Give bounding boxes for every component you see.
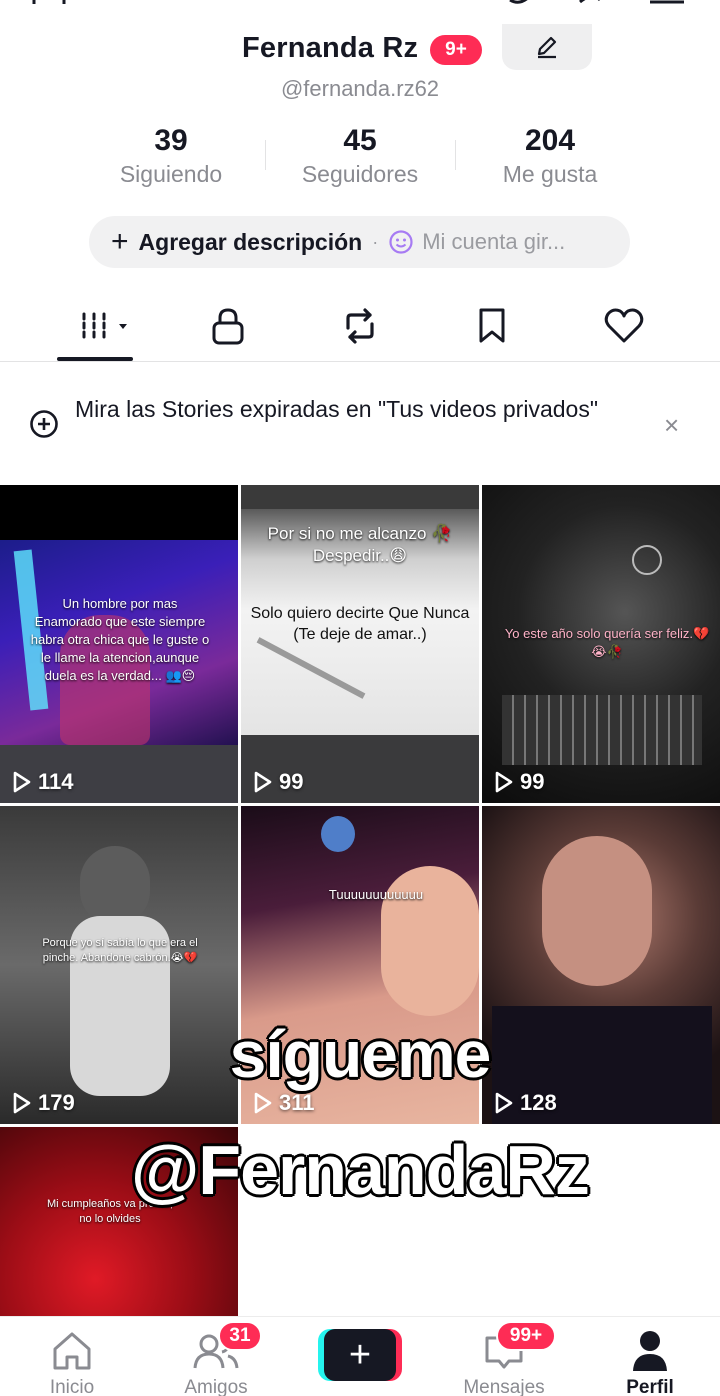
story-add-icon: [30, 410, 58, 438]
overlay-text-handle: @FernandaRz: [131, 1131, 590, 1209]
stat-value: 39: [154, 124, 188, 157]
tab-videos[interactable]: [68, 304, 136, 348]
nav-label: Amigos: [184, 1377, 248, 1396]
messages-badge: 99+: [496, 1321, 556, 1351]
home-icon: [48, 1329, 96, 1373]
view-count: 99: [494, 769, 544, 795]
profile-icon: [626, 1329, 674, 1373]
play-icon: [254, 771, 272, 793]
stitch-sticker: [321, 816, 355, 852]
video-thumbnail[interactable]: Yo este año solo quería ser feliz.💔😭🥀 99: [482, 485, 720, 803]
profile-name: Fernanda Rz: [242, 32, 419, 64]
nav-inbox[interactable]: 99+ Mensajes: [444, 1317, 564, 1396]
edit-profile-button[interactable]: [502, 24, 592, 70]
play-icon: [495, 771, 513, 793]
stat-label: Me gusta: [502, 161, 598, 187]
bio-preview: Mi cuenta gir...: [422, 229, 566, 254]
profile-name-row: Fernanda Rz 9+: [0, 24, 720, 74]
add-description-label: Agregar descripción: [138, 228, 363, 255]
bookmark-icon: [479, 308, 505, 343]
video-caption: Porque yo sí sabía lo que era el pinche.…: [42, 937, 198, 964]
nav-profile[interactable]: Perfil: [590, 1317, 710, 1396]
video-caption-bottom: Solo quiero decirte Que Nunca (Te deje d…: [250, 605, 470, 643]
view-count-value: 99: [520, 769, 545, 794]
view-count-value: 99: [279, 769, 304, 794]
video-caption: Yo este año solo quería ser feliz.💔😭🥀: [504, 626, 710, 659]
separator-dot: ·: [372, 231, 379, 252]
banner-text: Mira las Stories expiradas en "Tus video…: [75, 396, 598, 422]
stat-likes[interactable]: 204 Me gusta: [455, 124, 645, 188]
view-count-value: 114: [38, 769, 74, 794]
tab-private[interactable]: [198, 304, 258, 348]
nav-home[interactable]: Inicio: [12, 1317, 132, 1396]
menu-icon[interactable]: [648, 0, 688, 6]
overlay-text-follow: sígueme: [229, 1017, 492, 1091]
stat-followers[interactable]: 45 Seguidores: [265, 124, 455, 188]
lock-icon: [212, 308, 244, 345]
view-count-value: 179: [38, 1090, 75, 1115]
view-count-value: 311: [279, 1090, 315, 1115]
bottom-navigation: Inicio 31 Amigos + 99+ Mensajes Perfil: [0, 1316, 720, 1396]
expired-stories-banner[interactable]: Mira las Stories expiradas en "Tus video…: [0, 364, 720, 484]
creator-tools-icon[interactable]: [500, 0, 620, 6]
pencil-icon: [537, 36, 557, 59]
play-icon: [13, 771, 31, 793]
stat-label: Siguiendo: [119, 161, 223, 187]
nav-friends[interactable]: 31 Amigos: [156, 1317, 276, 1396]
stat-following[interactable]: 39 Siguiendo: [76, 124, 266, 188]
tab-liked[interactable]: [594, 304, 654, 348]
view-count: 128: [494, 1090, 557, 1116]
smiley-icon: [389, 230, 413, 254]
nav-label: Perfil: [626, 1377, 674, 1396]
tab-saved[interactable]: [462, 304, 522, 348]
thumbnail-top: [241, 485, 479, 509]
name-notification-badge: 9+: [430, 35, 482, 65]
stat-value: 204: [524, 124, 576, 157]
active-tab-indicator: [57, 357, 133, 361]
plus-icon: +: [111, 225, 129, 258]
heart-icon: [604, 308, 644, 343]
plus-icon: +: [324, 1329, 396, 1381]
view-count: 179: [12, 1090, 75, 1116]
create-button[interactable]: +: [318, 1329, 402, 1381]
profile-handle: @fernanda.rz62: [280, 76, 440, 101]
repost-icon: [346, 308, 374, 344]
face-shape: [542, 836, 652, 986]
add-friend-icon[interactable]: [26, 0, 76, 6]
video-thumbnail[interactable]: Por si no me alcanzo 🥀Despedir..😩 Solo q…: [241, 485, 479, 803]
city-lights: [502, 695, 702, 765]
add-description-button[interactable]: + Agregar descripción · Mi cuenta gir...: [89, 216, 630, 268]
video-caption: Un hombre por mas Enamorado que este sie…: [30, 596, 210, 683]
grid-icon: [82, 312, 127, 340]
top-icons-row: [0, 0, 720, 6]
view-count: 311: [253, 1090, 315, 1116]
view-count-value: 128: [520, 1090, 557, 1115]
video-caption-top: Por si no me alcanzo 🥀Despedir..😩: [267, 524, 453, 565]
nav-label: Mensajes: [463, 1377, 545, 1396]
tab-reposts[interactable]: [330, 304, 390, 348]
play-icon: [495, 1092, 513, 1114]
play-icon: [13, 1092, 31, 1114]
figure-head: [80, 846, 150, 926]
profile-tabs: [0, 296, 720, 362]
view-count: 99: [253, 769, 303, 795]
video-caption: Tuuuuuuuuuuuu: [328, 887, 424, 902]
profile-stats: 39 Siguiendo 45 Seguidores 204 Me gusta: [0, 124, 720, 194]
nav-label: Inicio: [49, 1377, 95, 1396]
friends-badge: 31: [218, 1321, 262, 1351]
clock-shape: [632, 545, 662, 575]
video-thumbnail[interactable]: Un hombre por mas Enamorado que este sie…: [0, 485, 238, 803]
stat-label: Seguidores: [301, 161, 419, 187]
stat-value: 45: [343, 124, 377, 157]
play-icon: [254, 1092, 272, 1114]
view-count: 114: [12, 769, 74, 795]
close-banner-button[interactable]: ×: [664, 410, 679, 441]
